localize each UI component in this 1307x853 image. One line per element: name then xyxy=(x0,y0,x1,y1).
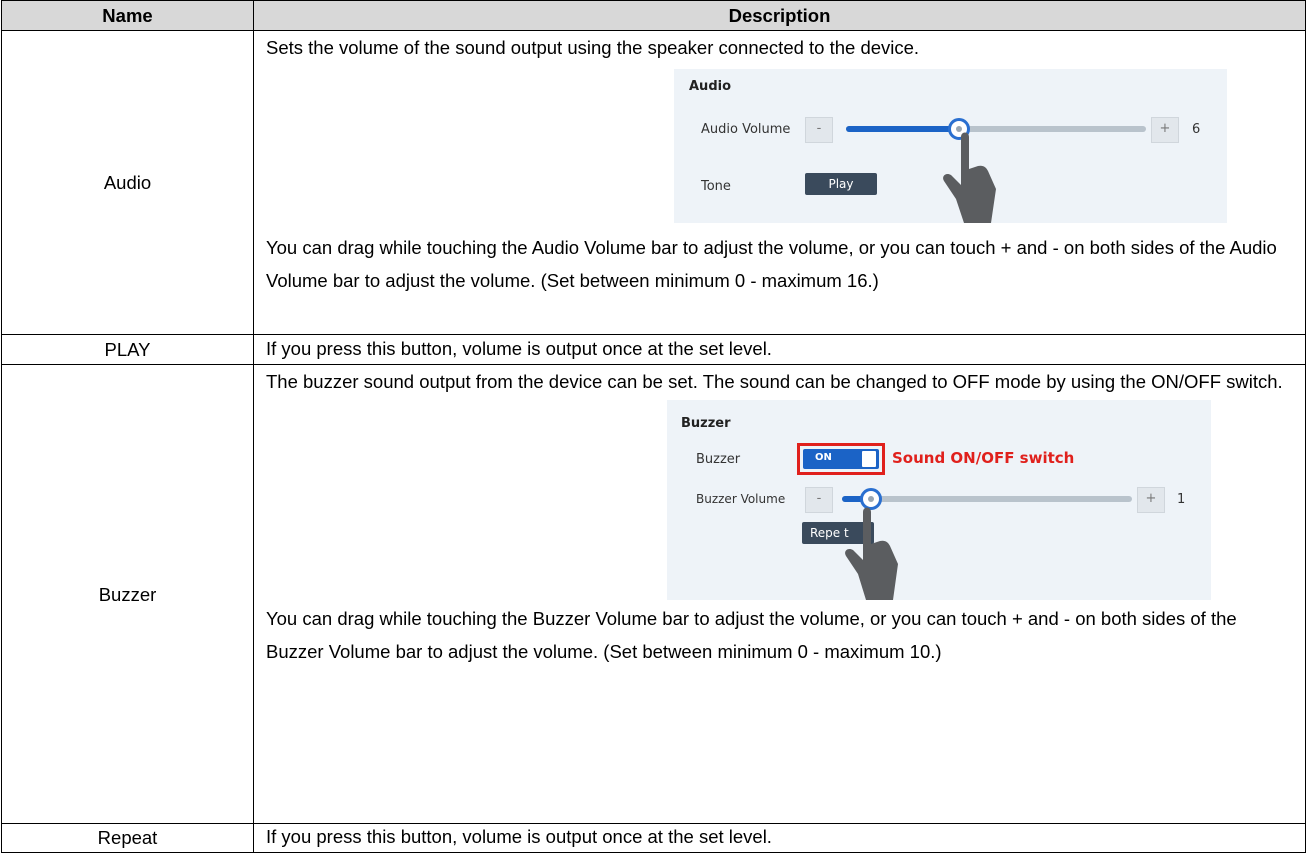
row-desc-audio: Sets the volume of the sound output usin… xyxy=(253,30,1306,335)
buzzer-volume-plus-button[interactable]: + xyxy=(1137,487,1165,513)
buzzer-volume-minus-button[interactable]: - xyxy=(805,487,833,513)
buzzer-settings-figure: Buzzer Buzzer ON Sound ON/OFF switch Buz… xyxy=(667,400,1211,600)
buzzer-volume-label: Buzzer Volume xyxy=(696,492,786,506)
row-name-buzzer: Buzzer xyxy=(1,364,254,824)
audio-settings-figure: Audio Audio Volume - + 6 Tone Play xyxy=(674,69,1227,223)
row-name-play: PLAY xyxy=(1,334,254,365)
table-row-repeat: Repeat If you press this button, volume … xyxy=(1,823,1306,853)
tone-label: Tone xyxy=(701,179,731,194)
play-button[interactable]: Play xyxy=(805,173,877,195)
buzzer-volume-value: 1 xyxy=(1177,492,1186,507)
buzzer-section-title: Buzzer xyxy=(681,416,731,431)
row-desc-repeat: If you press this button, volume is outp… xyxy=(253,823,1306,853)
touch-hand-icon xyxy=(845,507,898,600)
buzzer-intro: The buzzer sound output from the device … xyxy=(266,371,1283,392)
buzzer-toggle-switch[interactable]: ON xyxy=(803,449,879,469)
audio-volume-minus-button[interactable]: - xyxy=(805,117,833,143)
header-row: Name Description xyxy=(1,0,1306,31)
buzzer-label: Buzzer xyxy=(696,452,741,467)
settings-table: Name Description Audio Sets the volume o… xyxy=(1,0,1306,853)
table-row-audio: Audio Sets the volume of the sound outpu… xyxy=(1,30,1306,335)
buzzer-note: You can drag while touching the Buzzer V… xyxy=(266,608,1237,662)
row-name-audio: Audio xyxy=(1,30,254,335)
header-name: Name xyxy=(1,0,254,31)
audio-intro: Sets the volume of the sound output usin… xyxy=(266,37,920,58)
header-description: Description xyxy=(253,0,1306,31)
row-desc-play: If you press this button, volume is outp… xyxy=(253,334,1306,365)
switch-state-label: ON xyxy=(815,452,832,463)
switch-annotation: Sound ON/OFF switch xyxy=(892,449,1075,467)
row-name-repeat: Repeat xyxy=(1,823,254,853)
audio-note: You can drag while touching the Audio Vo… xyxy=(266,237,1277,291)
switch-thumb[interactable] xyxy=(862,451,876,467)
audio-volume-value: 6 xyxy=(1192,122,1201,137)
audio-volume-label: Audio Volume xyxy=(701,122,791,137)
buzzer-switch-highlight: ON xyxy=(797,443,885,475)
audio-section-title: Audio xyxy=(689,79,732,94)
touch-hand-icon xyxy=(943,132,996,223)
row-desc-buzzer: The buzzer sound output from the device … xyxy=(253,364,1306,824)
table-row-buzzer: Buzzer The buzzer sound output from the … xyxy=(1,364,1306,824)
buzzer-volume-track[interactable] xyxy=(842,496,1132,502)
audio-volume-plus-button[interactable]: + xyxy=(1151,117,1179,143)
table-row-play: PLAY If you press this button, volume is… xyxy=(1,334,1306,365)
